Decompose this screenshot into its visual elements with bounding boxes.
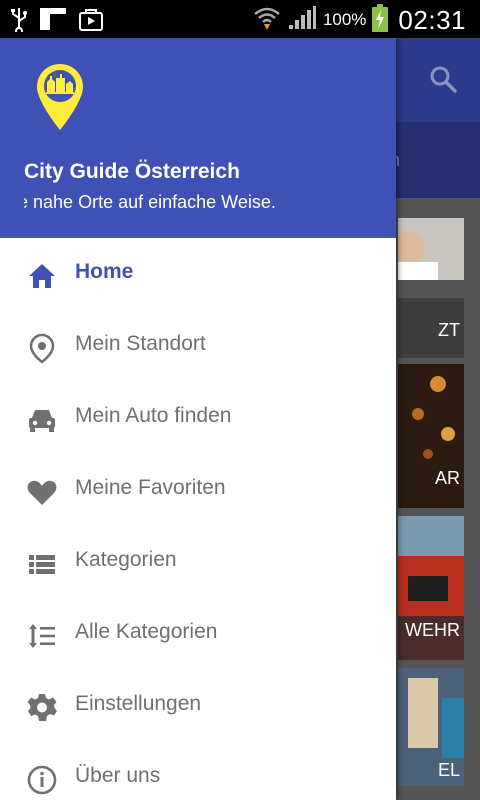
status-bar: 100% 02:31 xyxy=(0,0,480,38)
app-subtitle: Finde nahe Orte auf einfache Weise. xyxy=(24,192,276,212)
info-icon xyxy=(26,764,58,796)
heart-icon xyxy=(26,476,58,508)
menu-item-home[interactable]: Home xyxy=(0,238,396,310)
location-icon xyxy=(26,332,58,364)
menu-item-einstellungen[interactable]: Einstellungen xyxy=(0,670,396,742)
menu-item-mein-standort[interactable]: Mein Standort xyxy=(0,310,396,382)
signal-icon xyxy=(287,5,317,35)
car-icon xyxy=(26,404,58,436)
sort-icon xyxy=(26,620,58,652)
category-tile[interactable] xyxy=(398,218,464,280)
navigation-drawer: City Guide Österreich Finde nahe Orte au… xyxy=(0,38,396,800)
tile-label: ZT xyxy=(438,320,460,340)
subtitle-container: Finde nahe Orte auf einfache Weise. xyxy=(24,188,396,218)
menu-item-kategorien[interactable]: Kategorien xyxy=(0,526,396,598)
menu-item-label: Einstellungen xyxy=(75,692,202,715)
menu-item-label: Meine Favoriten xyxy=(75,476,226,499)
list-icon xyxy=(26,548,58,580)
menu-item-label: Mein Auto finden xyxy=(75,404,232,427)
search-icon[interactable] xyxy=(428,64,458,98)
tile-label: WEHR xyxy=(405,620,460,640)
usb-icon xyxy=(10,6,28,36)
drawer-header: City Guide Österreich Finde nahe Orte au… xyxy=(0,38,396,238)
category-tile[interactable]: ZT xyxy=(398,298,464,358)
menu-item-meine-favoriten[interactable]: Meine Favoriten xyxy=(0,454,396,526)
category-tile[interactable]: WEHR xyxy=(398,516,464,660)
menu-item-label: Alle Kategorien xyxy=(75,620,218,643)
battery-icon xyxy=(372,4,389,36)
category-tile[interactable]: AR xyxy=(398,364,464,508)
menu-item-label: Mein Standort xyxy=(75,332,206,355)
gear-icon xyxy=(26,692,58,724)
menu-item-label: Home xyxy=(75,260,134,283)
clock: 02:31 xyxy=(398,4,466,35)
menu-item-label: Über uns xyxy=(75,764,161,787)
menu-item-alle-kategorien[interactable]: Alle Kategorien xyxy=(0,598,396,670)
store-icon xyxy=(78,6,104,36)
home-icon xyxy=(26,260,58,292)
tile-label: EL xyxy=(437,760,460,780)
drawer-menu: Home Mein Standort Mein Auto finden Mein… xyxy=(0,238,396,800)
wifi-icon xyxy=(253,4,281,36)
app-logo-icon xyxy=(34,62,86,136)
menu-item-ueber-uns[interactable]: Über uns xyxy=(0,742,396,800)
tile-label: AR xyxy=(434,468,460,488)
battery-percent: 100% xyxy=(322,10,367,29)
menu-item-mein-auto-finden[interactable]: Mein Auto finden xyxy=(0,382,396,454)
app-title: City Guide Österreich xyxy=(24,160,240,183)
category-tile[interactable]: EL xyxy=(398,668,464,786)
notification-icon xyxy=(38,6,68,36)
menu-item-label: Kategorien xyxy=(75,548,177,571)
